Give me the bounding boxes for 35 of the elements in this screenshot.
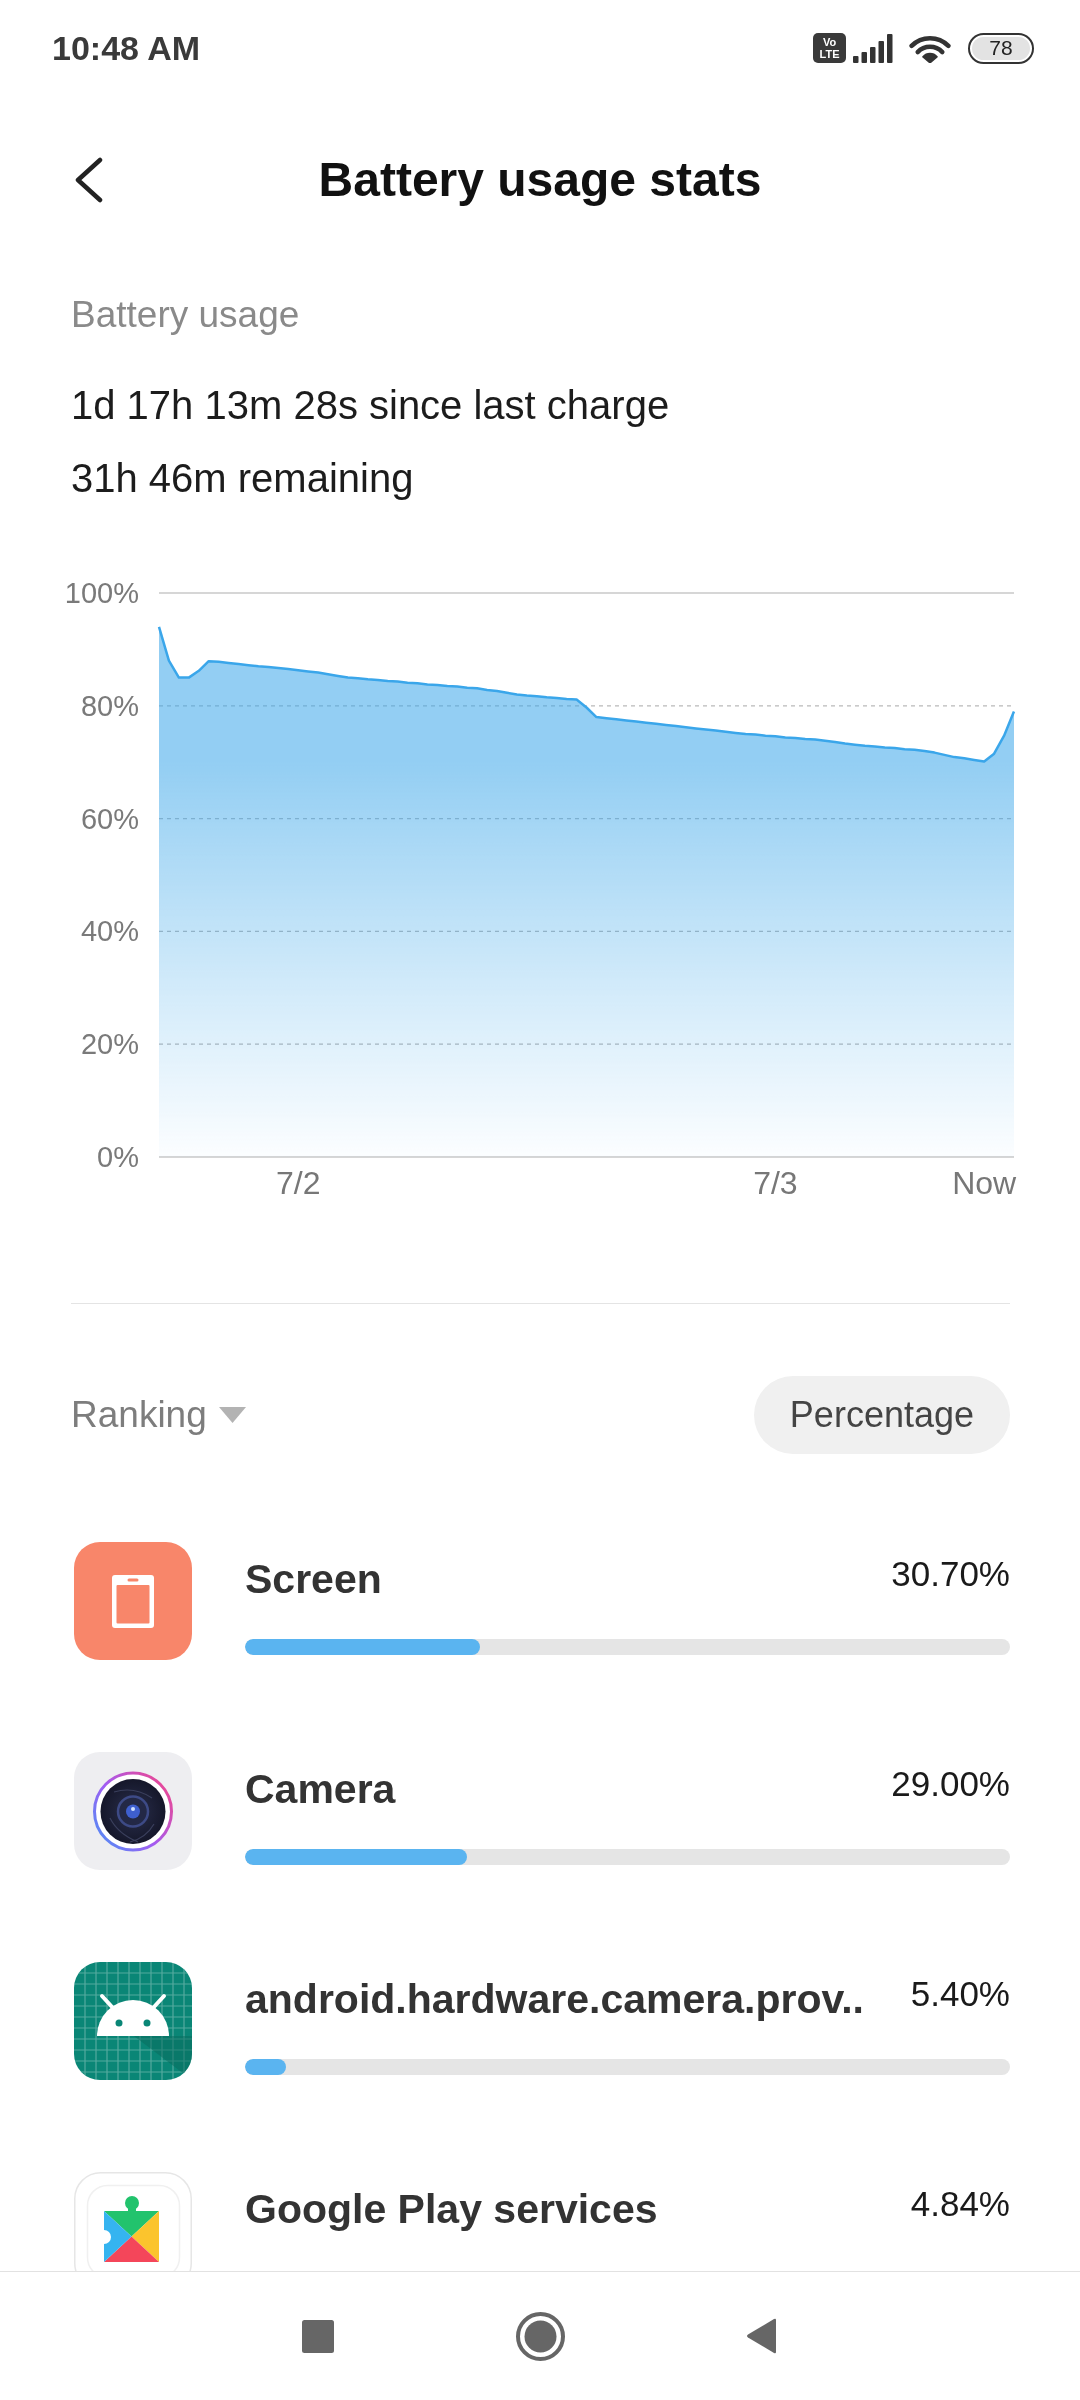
usage-percentage: 29.00% (891, 1764, 1010, 1804)
battery-indicator: 78 (968, 32, 1034, 64)
usage-percentage: 4.84% (910, 2184, 1010, 2224)
usage-percentage: 5.40% (910, 1974, 1010, 2014)
home-icon[interactable] (515, 2311, 565, 2361)
x-axis-label: 7/3 (753, 1165, 798, 1201)
wifi-icon (909, 33, 951, 63)
camera-lens-icon (74, 1752, 192, 1870)
x-axis-label: Now (952, 1165, 1017, 1201)
app-name: android.hardware.camera.prov.. (245, 1975, 864, 2024)
time-remaining: 31h 46m remaining (71, 455, 415, 502)
network-type-badge: Vo LTE (813, 33, 846, 63)
y-axis-label: 40% (80, 915, 139, 948)
app-name: Screen (245, 1555, 382, 1604)
signal-icon (853, 33, 893, 63)
percentage-button[interactable]: Percentage (753, 1376, 1010, 1454)
y-axis-label: 100% (64, 577, 139, 609)
y-axis-label: 0% (97, 1141, 139, 1173)
recents-icon[interactable] (302, 2319, 334, 2353)
usage-percentage: 30.70% (891, 1554, 1010, 1594)
status-time: 10:48 AM (52, 28, 201, 68)
caret-icon (218, 1407, 246, 1423)
app-name: Google Play services (245, 2185, 658, 2234)
app-name: Camera (245, 1765, 396, 1814)
x-axis-label: 7/2 (275, 1165, 321, 1201)
y-axis-label: 60% (80, 802, 139, 835)
android-robot-icon (74, 1962, 192, 2080)
time-since-charge: 1d 17h 13m 28s since last charge (71, 382, 671, 429)
back-icon[interactable] (73, 157, 105, 203)
y-axis-label: 20% (80, 1028, 139, 1061)
page-title: Battery usage stats (318, 152, 762, 208)
ranking-dropdown[interactable]: Ranking (71, 1393, 246, 1437)
phone-icon (74, 1542, 192, 1660)
section-heading: Battery usage (71, 293, 301, 337)
y-axis-label: 80% (80, 689, 139, 722)
